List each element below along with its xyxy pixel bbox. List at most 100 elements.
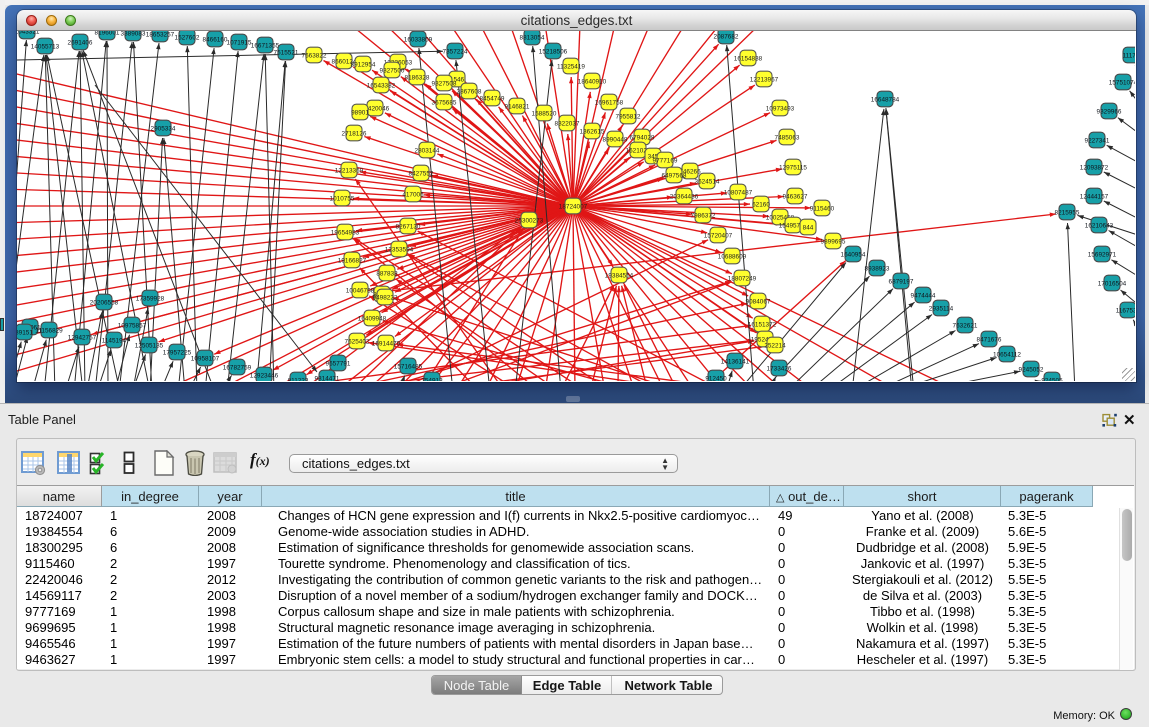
svg-text:14136141: 14136141 — [721, 359, 750, 366]
svg-text:912450: 912450 — [705, 376, 727, 382]
svg-text:15751074: 15751074 — [1109, 80, 1135, 87]
svg-text:8427552: 8427552 — [409, 171, 434, 178]
svg-text:7515521: 7515521 — [274, 50, 299, 57]
svg-text:9899695: 9899695 — [821, 239, 846, 246]
svg-text:8912954: 8912954 — [351, 62, 376, 69]
svg-text:16409948: 16409948 — [358, 316, 387, 323]
svg-text:12213369: 12213369 — [335, 168, 364, 175]
svg-text:252214: 252214 — [764, 343, 786, 350]
svg-text:8813054: 8813054 — [520, 35, 545, 42]
svg-text:25300273: 25300273 — [515, 218, 544, 225]
svg-text:16648784: 16648784 — [871, 97, 900, 104]
svg-text:10975857: 10975857 — [118, 323, 147, 330]
svg-text:16210643: 16210643 — [1085, 223, 1114, 230]
svg-text:10958107: 10958107 — [191, 356, 220, 363]
svg-text:1145194: 1145194 — [102, 338, 127, 345]
svg-text:12213967: 12213967 — [750, 77, 779, 84]
svg-text:11156829: 11156829 — [35, 328, 63, 335]
svg-text:811223: 811223 — [288, 378, 309, 382]
svg-text:16782759: 16782759 — [223, 365, 252, 372]
svg-text:9463627: 9463627 — [783, 194, 808, 201]
svg-text:7357224: 7357224 — [443, 49, 468, 56]
svg-text:1010755: 1010755 — [330, 196, 355, 203]
svg-text:10807487: 10807487 — [724, 190, 753, 197]
svg-text:1733426: 1733426 — [767, 366, 792, 373]
svg-text:12975115: 12975115 — [779, 165, 807, 172]
svg-text:17016504: 17016504 — [1098, 281, 1127, 288]
svg-text:9329966: 9329966 — [1097, 109, 1122, 116]
svg-text:9245052: 9245052 — [1019, 367, 1044, 374]
svg-text:7485063: 7485063 — [775, 135, 800, 142]
svg-text:15720407: 15720407 — [704, 233, 733, 240]
svg-text:1043321: 1043321 — [17, 31, 40, 36]
svg-text:6879197: 6879197 — [889, 279, 914, 286]
svg-text:17957225: 17957225 — [163, 350, 192, 357]
svg-text:8466160: 8466160 — [203, 37, 228, 44]
svg-text:417006: 417006 — [402, 192, 424, 199]
svg-text:15692971: 15692971 — [1088, 252, 1117, 259]
svg-text:16033809: 16033809 — [404, 37, 433, 44]
svg-text:1167531: 1167531 — [1116, 308, 1135, 315]
svg-text:15218506: 15218506 — [539, 49, 568, 56]
svg-text:3624514: 3624514 — [695, 179, 720, 186]
svg-text:8454749: 8454749 — [480, 96, 505, 103]
svg-text:9327508: 9327508 — [432, 81, 457, 88]
svg-text:98901: 98901 — [351, 110, 369, 117]
svg-text:39151: 39151 — [17, 330, 33, 337]
svg-text:844: 844 — [803, 225, 814, 232]
svg-text:18807249: 18807249 — [728, 276, 757, 283]
svg-text:1640954: 1640954 — [841, 252, 866, 259]
svg-text:2691406: 2691406 — [68, 40, 93, 47]
svg-text:16671355: 16671355 — [251, 43, 280, 50]
svg-text:11172: 11172 — [1123, 53, 1135, 60]
svg-text:1362615: 1362615 — [580, 129, 605, 136]
svg-text:8196001: 8196001 — [95, 31, 120, 37]
svg-text:10654112: 10654112 — [993, 352, 1021, 359]
svg-text:19384554: 19384554 — [605, 273, 634, 280]
svg-text:16543382: 16543382 — [367, 83, 396, 90]
svg-text:7632621: 7632621 — [953, 323, 978, 330]
svg-text:16914479: 16914479 — [372, 341, 401, 348]
svg-text:754913: 754913 — [421, 378, 443, 382]
svg-text:8938923: 8938923 — [865, 266, 890, 273]
svg-text:12444157: 12444157 — [1080, 194, 1109, 201]
svg-text:9657791: 9657791 — [326, 361, 351, 368]
svg-text:7986372: 7986372 — [691, 213, 716, 220]
svg-text:9777169: 9777169 — [653, 158, 678, 165]
svg-text:8471676: 8471676 — [977, 337, 1002, 344]
svg-text:15716485: 15716485 — [394, 364, 423, 371]
svg-text:12093872: 12093872 — [1080, 165, 1109, 172]
svg-text:19654983: 19654983 — [331, 230, 360, 237]
svg-text:7663822: 7663822 — [302, 53, 327, 60]
svg-text:8322037: 8322037 — [555, 121, 580, 128]
svg-text:9314471: 9314471 — [315, 376, 340, 382]
svg-text:10973493: 10973493 — [766, 106, 795, 113]
svg-text:12942757: 12942757 — [68, 335, 97, 342]
svg-text:2905334: 2905334 — [151, 126, 176, 133]
svg-text:20364436: 20364436 — [670, 194, 699, 201]
svg-text:16961758: 16961758 — [595, 100, 624, 107]
svg-text:16151372: 16151372 — [748, 322, 777, 329]
svg-text:18724007: 18724007 — [559, 204, 588, 211]
svg-text:11325419: 11325419 — [557, 64, 585, 71]
svg-text:9084067: 9084067 — [746, 299, 771, 306]
svg-text:924505: 924505 — [1041, 378, 1063, 382]
svg-text:9327500: 9327500 — [380, 68, 405, 75]
svg-text:18640910: 18640910 — [578, 79, 607, 86]
svg-text:9115460: 9115460 — [810, 206, 835, 213]
svg-text:7625402: 7625402 — [345, 339, 370, 346]
svg-text:6497568: 6497568 — [662, 173, 687, 180]
svg-text:2803144: 2803144 — [415, 148, 440, 155]
svg-text:2935114: 2935114 — [929, 306, 954, 313]
svg-text:887833: 887833 — [376, 271, 398, 278]
svg-text:8267130: 8267130 — [396, 224, 421, 231]
svg-text:3675685: 3675685 — [432, 100, 457, 107]
svg-text:12923446: 12923446 — [250, 373, 279, 380]
svg-text:10046768: 10046768 — [346, 288, 375, 295]
svg-text:6794028: 6794028 — [630, 135, 655, 142]
svg-text:16154838: 16154838 — [734, 56, 763, 63]
svg-text:8215955: 8215955 — [1055, 210, 1080, 217]
svg-text:3389083: 3389083 — [121, 31, 146, 38]
svg-text:9227341: 9227341 — [1085, 138, 1110, 145]
svg-text:14055713: 14055713 — [31, 44, 60, 51]
